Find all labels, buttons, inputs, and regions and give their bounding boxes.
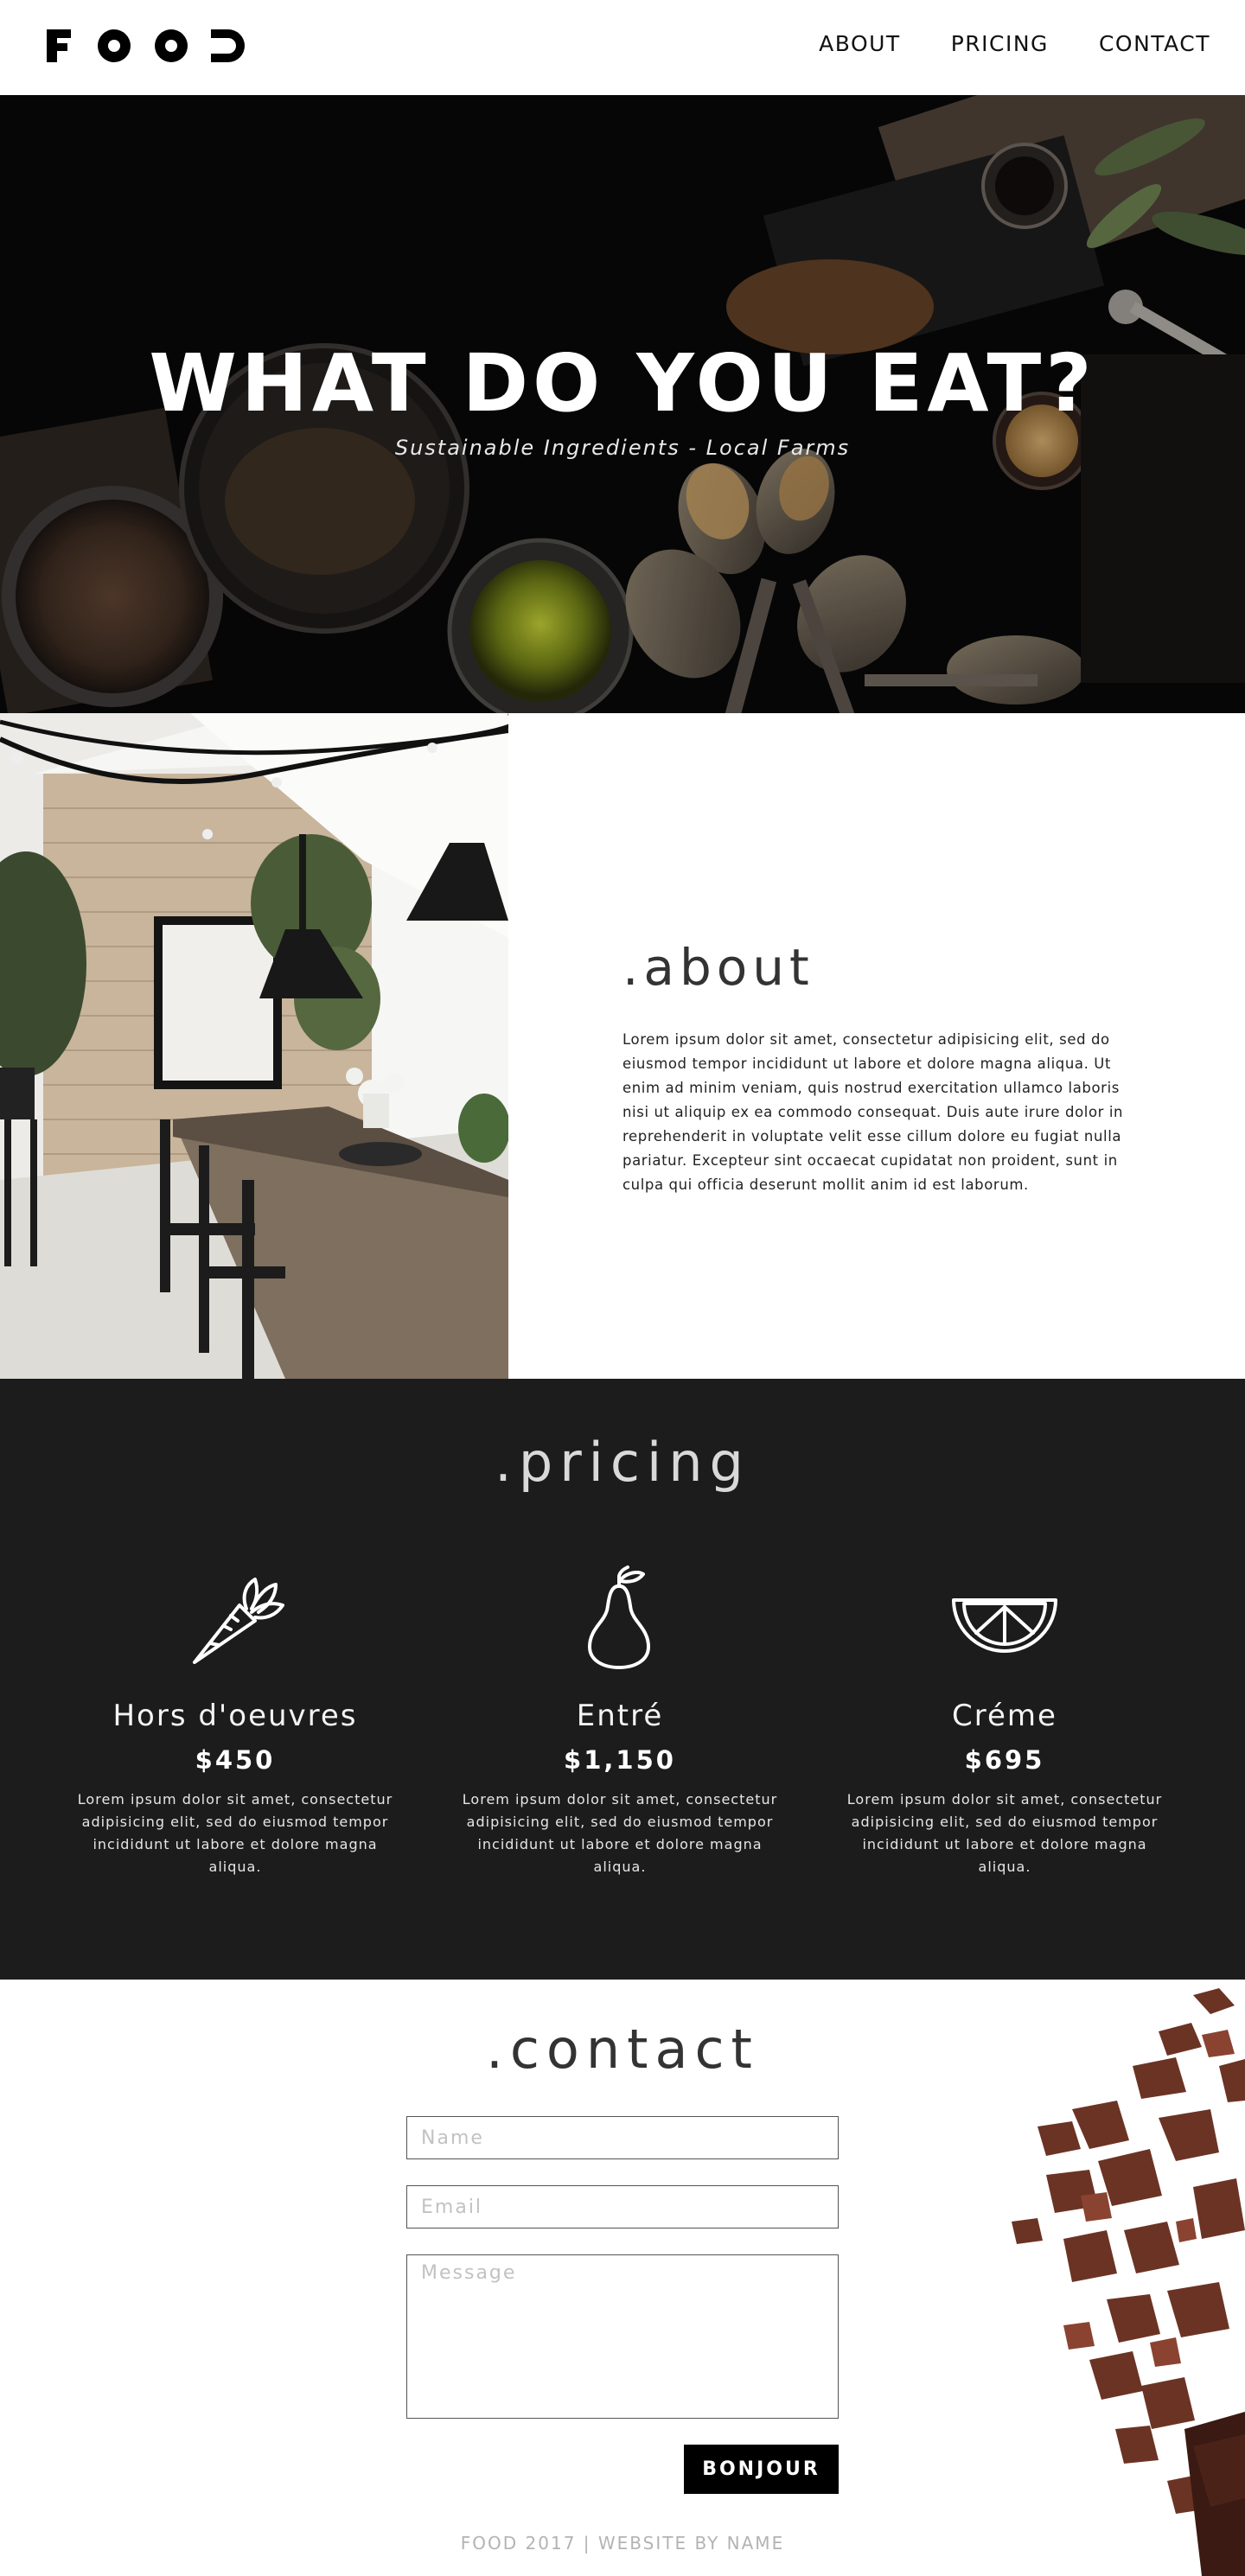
price-description: Lorem ipsum dolor sit amet, consectetur … [77,1791,393,1875]
carrot-icon [62,1560,408,1673]
email-input[interactable] [406,2185,839,2228]
footer-text: FOOD 2017 | WEBSITE BY NAME [460,2533,785,2554]
contact-title: .contact [486,2018,759,2081]
logo[interactable] [45,26,249,66]
contact-section: .contact BONJOUR FOOD 2017 | WEBSITE BY … [0,1980,1245,2576]
pricing-section: .pricing Hors d'oeuvres $450 Lorem ipsum… [0,1379,1245,1980]
pricing-title: .pricing [495,1431,750,1494]
price-card-entre: Entré $1,150 Lorem ipsum dolor sit amet,… [447,1560,793,1878]
name-input[interactable] [406,2116,839,2159]
lemon-slice-icon [832,1560,1178,1673]
food-logo-icon [47,29,245,62]
pear-icon [447,1560,793,1673]
nav-about-link[interactable]: ABOUT [819,31,901,56]
price-card-creme: Créme $695 Lorem ipsum dolor sit amet, c… [832,1560,1178,1878]
price-amount: $450 [195,1745,276,1775]
site-header: ABOUT PRICING CONTACT [0,0,1245,95]
about-text-block: .about Lorem ipsum dolor sit amet, conse… [622,938,1133,1197]
price-name: Hors d'oeuvres [112,1699,358,1733]
main-nav: ABOUT PRICING CONTACT [819,31,1210,56]
dining-room-image [0,713,508,1379]
submit-button[interactable]: BONJOUR [684,2445,839,2494]
price-amount: $1,150 [564,1745,676,1775]
about-body: Lorem ipsum dolor sit amet, consectetur … [622,1031,1124,1193]
nav-contact-link[interactable]: CONTACT [1099,31,1210,56]
hero-title: WHAT DO YOU EAT? [149,337,1096,430]
price-description: Lorem ipsum dolor sit amet, consectetur … [846,1791,1163,1875]
nav-pricing-link[interactable]: PRICING [951,31,1049,56]
hero-section: WHAT DO YOU EAT? Sustainable Ingredients… [0,95,1245,713]
hero-subtitle: Sustainable Ingredients - Local Farms [394,436,851,460]
price-name: Entré [576,1699,664,1733]
price-description: Lorem ipsum dolor sit amet, consectetur … [462,1791,778,1875]
about-title: .about [622,938,814,997]
price-card-hors-doeuvres: Hors d'oeuvres $450 Lorem ipsum dolor si… [62,1560,408,1878]
price-amount: $695 [964,1745,1045,1775]
about-dining-room-photo [0,713,508,1379]
price-name: Créme [952,1699,1057,1733]
message-textarea[interactable] [406,2254,839,2419]
